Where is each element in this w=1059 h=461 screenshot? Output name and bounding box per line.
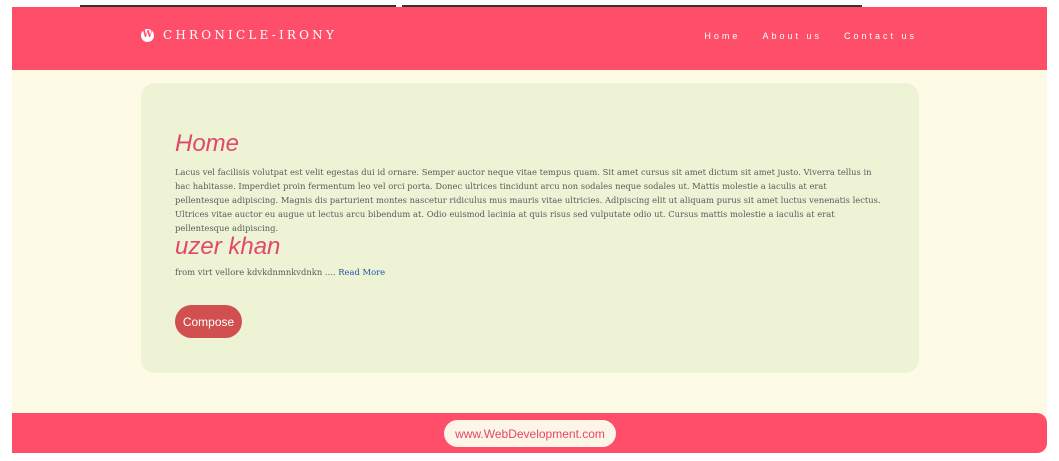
nav-home[interactable]: Home — [704, 31, 740, 41]
nav-contact-us[interactable]: Contact us — [844, 31, 917, 41]
footer-site-link[interactable]: www.WebDevelopment.com — [444, 420, 616, 447]
content-card: Home Lacus vel facilisis volutpat est ve… — [141, 83, 919, 373]
post-excerpt-text: from virt vellore kdvkdnmnkvdnkn .... — [175, 267, 336, 277]
brand-name[interactable]: CHRONICLE-IRONY — [163, 28, 337, 42]
nav-about-us[interactable]: About us — [762, 31, 822, 41]
main-nav: Home About us Contact us — [704, 31, 917, 41]
compose-button[interactable]: Compose — [175, 305, 242, 338]
footer: www.WebDevelopment.com — [12, 413, 1047, 453]
browser-top-edge — [12, 0, 1059, 7]
post-body: Lacus vel facilisis volutpat est velit e… — [175, 167, 881, 233]
brand[interactable]: W CHRONICLE-IRONY — [141, 28, 337, 42]
wordpress-icon: W — [141, 28, 154, 42]
post-excerpt: from virt vellore kdvkdnmnkvdnkn .... Re… — [175, 267, 385, 277]
navbar: W CHRONICLE-IRONY Home About us Contact … — [12, 7, 1047, 70]
page: W CHRONICLE-IRONY Home About us Contact … — [12, 7, 1047, 453]
read-more-link[interactable]: Read More — [338, 267, 385, 277]
page-title: Home — [175, 130, 240, 157]
post-title: uzer khan — [175, 233, 281, 260]
